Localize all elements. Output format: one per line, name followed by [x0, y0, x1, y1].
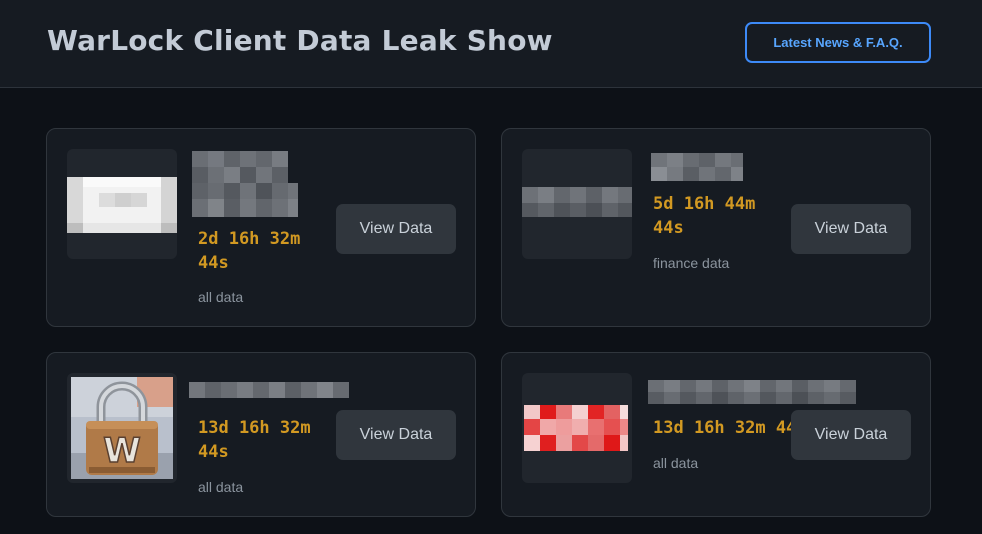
view-data-button[interactable]: View Data [791, 410, 911, 460]
company-thumbnail: W [67, 373, 177, 483]
padlock-w-logo-icon: W [71, 377, 173, 479]
data-category: all data [198, 479, 244, 495]
countdown-timer: 5d 16h 44m 44s [653, 194, 756, 238]
leak-card: 5d 16h 44m 44s finance data View Data [501, 128, 931, 327]
view-data-button[interactable]: View Data [336, 204, 456, 254]
redacted-image-icon [524, 405, 628, 451]
leak-card: 13d 16h 32m 44s all data View Data [501, 352, 931, 517]
redacted-company-name [189, 382, 349, 398]
site-title: WarLock Client Data Leak Show [47, 24, 553, 57]
countdown-timer: 13d 16h 32m 44s [198, 418, 311, 462]
company-thumbnail [522, 373, 632, 483]
data-category: finance data [653, 255, 730, 271]
leak-card: W 13d 16h 32m 44s all data View Data [46, 352, 476, 517]
site-header: WarLock Client Data Leak Show Latest New… [0, 0, 982, 88]
countdown-timer: 13d 16h 32m 44s [653, 418, 807, 438]
view-data-button[interactable]: View Data [791, 204, 911, 254]
latest-news-button[interactable]: Latest News & F.A.Q. [745, 22, 931, 63]
redacted-company-name [651, 153, 743, 181]
redacted-image-icon [522, 187, 632, 217]
data-category: all data [653, 455, 699, 471]
redacted-image-icon [67, 177, 177, 233]
svg-text:W: W [103, 431, 141, 471]
company-thumbnail [522, 149, 632, 259]
leak-card: 2d 16h 32m 44s all data View Data [46, 128, 476, 327]
countdown-timer: 2d 16h 32m 44s [198, 229, 301, 273]
company-thumbnail [67, 149, 177, 259]
redacted-company-name [192, 151, 298, 217]
data-category: all data [198, 289, 244, 305]
redacted-company-name [648, 380, 856, 404]
view-data-button[interactable]: View Data [336, 410, 456, 460]
